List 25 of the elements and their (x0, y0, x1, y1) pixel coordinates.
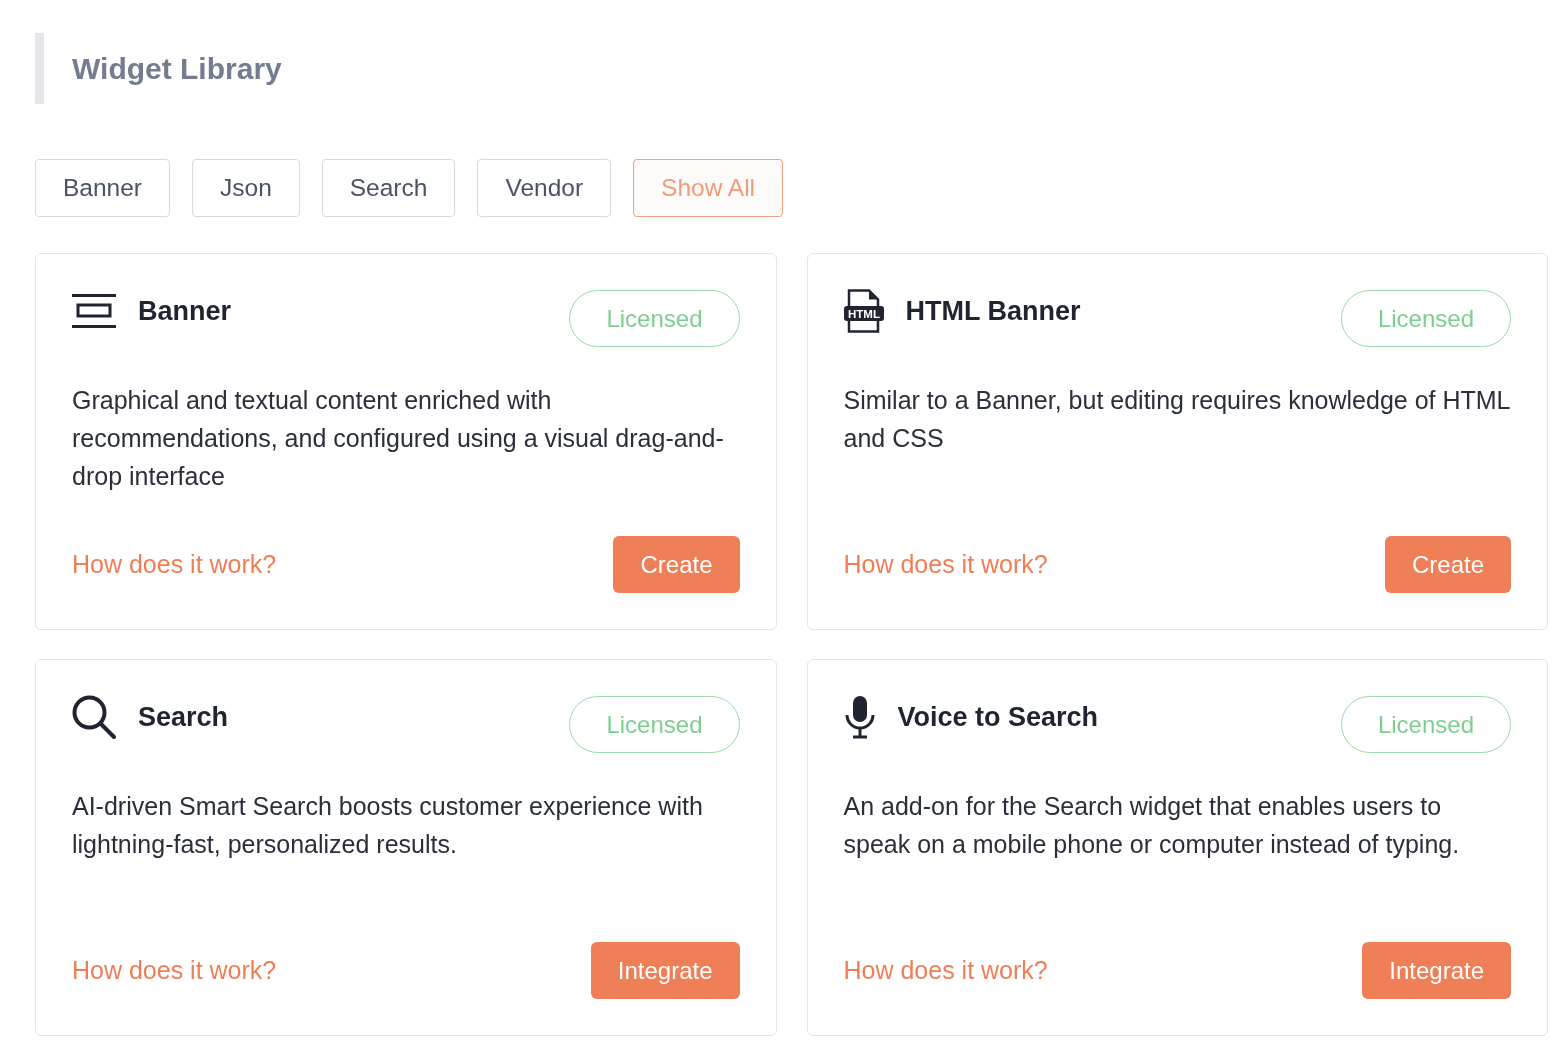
filter-button[interactable]: Search (321, 159, 456, 217)
how-it-works-link[interactable]: How does it work? (843, 956, 1048, 985)
widget-title: HTML Banner (905, 295, 1081, 327)
filter-button[interactable]: Show All (633, 159, 784, 217)
banner-layout-icon (72, 294, 116, 328)
filter-button[interactable]: Vendor (477, 159, 612, 217)
widget-title: Search (138, 701, 229, 733)
widget-description: Graphical and textual content enriched with recommendations, and configured using a visual drag-and-drop interface (72, 385, 725, 492)
action-button[interactable]: Create (613, 536, 740, 593)
page-title: Widget Library (72, 51, 282, 86)
microphone-icon (843, 695, 876, 739)
how-it-works-link[interactable]: How does it work? (72, 550, 277, 579)
widget-title: Voice to Search (897, 701, 1099, 733)
how-it-works-link[interactable]: How does it work? (843, 550, 1048, 579)
action-button[interactable]: Create (1384, 536, 1511, 593)
widget-title: Banner (138, 295, 232, 327)
widget-description: Similar to a Banner, but editing requires knowledge of HTML and CSS (843, 385, 1511, 454)
how-it-works-link[interactable]: How does it work? (72, 956, 277, 985)
action-button[interactable]: Integrate (590, 942, 740, 999)
widget-description: AI-driven Smart Search boosts customer experience with lightning-fast, personalized results. (72, 791, 704, 860)
filter-button[interactable]: Banner (35, 159, 170, 217)
action-button[interactable]: Integrate (1362, 942, 1511, 999)
widget-description: An add-on for the Search widget that enables users to speak on a mobile phone or computer instead of typing. (843, 791, 1461, 860)
search-icon (72, 695, 116, 739)
filter-button[interactable]: Json (192, 159, 300, 217)
